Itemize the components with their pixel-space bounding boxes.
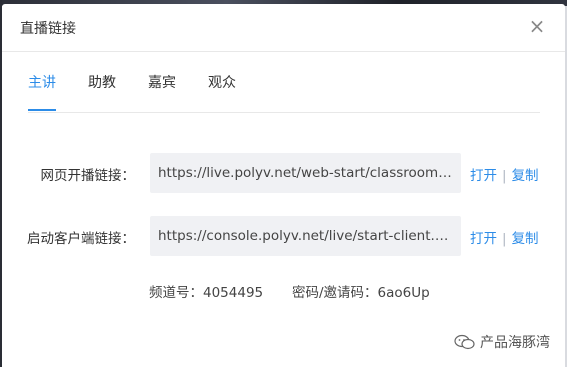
role-tabs: 主讲 助教 嘉宾 观众 (28, 52, 540, 113)
copy-client-start-link-button[interactable]: 复制 (512, 231, 539, 247)
dialog-title: 直播链接 (20, 21, 76, 37)
open-web-start-link-button[interactable]: 打开 (470, 168, 497, 184)
channel-number: 频道号：4054495 (149, 285, 264, 301)
client-start-link-row: 启动客户端链接： https://console.polyv.net/live/… (2, 216, 565, 256)
channel-password: 密码/邀请码：6ao6Up (292, 285, 430, 301)
dialog-header: 直播链接 × (2, 4, 565, 52)
open-client-start-link-button[interactable]: 打开 (470, 231, 497, 247)
active-tab-indicator (28, 109, 56, 111)
copy-web-start-link-button[interactable]: 复制 (512, 168, 539, 184)
client-start-link-label: 启动客户端链接： (27, 231, 135, 247)
action-divider: | (502, 231, 507, 247)
web-start-link-field[interactable]: https://live.polyv.net/web-start/classro… (150, 153, 461, 193)
tab-guest[interactable]: 嘉宾 (148, 72, 176, 92)
client-start-link-field[interactable]: https://console.polyv.net/live/start-cli… (150, 216, 461, 256)
tab-host[interactable]: 主讲 (28, 72, 56, 92)
close-icon[interactable]: × (527, 15, 547, 37)
wechat-icon (454, 334, 475, 350)
tab-assistant[interactable]: 助教 (88, 72, 116, 92)
live-links-dialog: 直播链接 × 主讲 助教 嘉宾 观众 网页开播链接： https://live.… (2, 4, 565, 367)
web-start-link-label: 网页开播链接： (40, 168, 136, 184)
tab-audience[interactable]: 观众 (208, 72, 236, 92)
action-divider: | (502, 168, 507, 184)
watermark: 产品海豚湾 (454, 332, 550, 352)
web-start-link-actions: 打开 | 复制 (470, 164, 539, 184)
web-start-link-row: 网页开播链接： https://live.polyv.net/web-start… (2, 153, 565, 193)
watermark-text: 产品海豚湾 (480, 335, 550, 351)
client-start-link-actions: 打开 | 复制 (470, 227, 539, 247)
